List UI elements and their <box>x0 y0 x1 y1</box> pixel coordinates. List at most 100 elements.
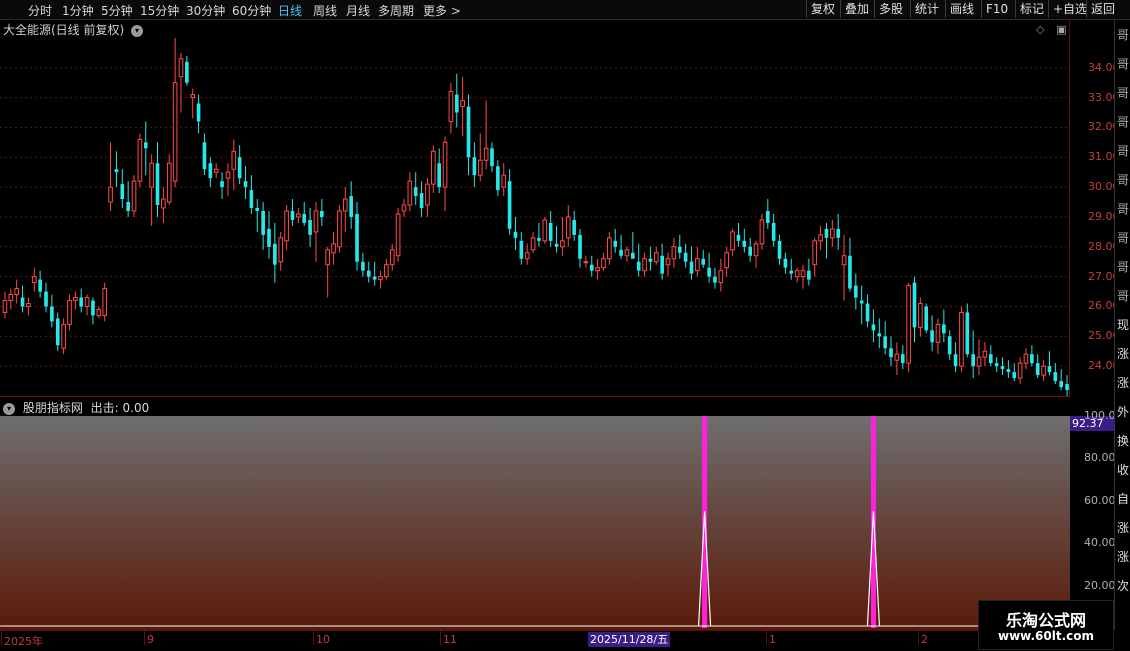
candle-body[interactable] <box>660 255 664 274</box>
candle-body[interactable] <box>677 246 682 253</box>
candle-body[interactable] <box>982 350 988 358</box>
candle-body[interactable] <box>683 252 688 262</box>
candle-body[interactable] <box>384 264 389 278</box>
period-tab-3[interactable]: 15分钟 <box>140 2 179 19</box>
candle-body[interactable] <box>565 216 571 239</box>
candle-body[interactable] <box>578 234 582 259</box>
candle-body[interactable] <box>665 258 671 266</box>
candle-body[interactable] <box>249 190 254 208</box>
candle-body[interactable] <box>425 183 430 206</box>
candle-body[interactable] <box>261 210 265 235</box>
candle-body[interactable] <box>871 324 876 331</box>
candle-body[interactable] <box>501 174 507 188</box>
candle-body[interactable] <box>636 261 641 271</box>
period-tab-4[interactable]: 30分钟 <box>186 2 225 19</box>
candle-body[interactable] <box>988 354 993 364</box>
candle-body[interactable] <box>31 276 37 284</box>
candle-body[interactable] <box>830 228 835 239</box>
candle-body[interactable] <box>114 169 119 173</box>
candle-body[interactable] <box>900 354 905 364</box>
candle-body[interactable] <box>894 353 900 361</box>
candle-body[interactable] <box>930 330 934 343</box>
candle-body[interactable] <box>959 311 964 367</box>
period-tab-1[interactable]: 1分钟 <box>62 2 94 19</box>
candle-body[interactable] <box>131 180 137 212</box>
candle-body[interactable] <box>619 249 623 256</box>
candle-body[interactable] <box>38 279 42 292</box>
candle-body[interactable] <box>883 336 887 349</box>
candle-body[interactable] <box>759 219 765 245</box>
period-tab-6[interactable]: 日线 <box>278 2 302 19</box>
candle-body[interactable] <box>713 276 717 283</box>
toolbar-button-0[interactable]: 复权 <box>806 0 839 18</box>
candle-body[interactable] <box>935 323 941 343</box>
candle-body[interactable] <box>912 282 917 328</box>
period-tab-9[interactable]: 多周期 <box>378 2 414 19</box>
candle-body[interactable] <box>190 94 196 99</box>
candle-body[interactable] <box>349 196 353 217</box>
period-tab-8[interactable]: 月线 <box>346 2 370 19</box>
candle-body[interactable] <box>442 141 448 188</box>
candle-body[interactable] <box>1047 366 1052 373</box>
candle-body[interactable] <box>707 267 711 277</box>
candle-body[interactable] <box>542 219 548 242</box>
candle-body[interactable] <box>1017 362 1023 379</box>
period-tab-2[interactable]: 5分钟 <box>101 2 133 19</box>
candle-body[interactable] <box>1053 372 1058 382</box>
candle-body[interactable] <box>91 300 95 316</box>
candle-body[interactable] <box>1012 372 1017 379</box>
candle-body[interactable] <box>718 270 724 284</box>
candle-body[interactable] <box>748 246 753 256</box>
candle-body[interactable] <box>607 237 612 260</box>
candle-body[interactable] <box>483 147 489 161</box>
period-tab-0[interactable]: 分时 <box>28 2 52 19</box>
candle-body[interactable] <box>155 163 160 206</box>
candle-body[interactable] <box>613 240 618 247</box>
candle-body[interactable] <box>554 243 559 247</box>
candle-body[interactable] <box>736 234 741 241</box>
candle-body[interactable] <box>290 210 295 220</box>
candle-body[interactable] <box>67 300 72 325</box>
candle-body[interactable] <box>812 240 818 266</box>
candle-body[interactable] <box>466 106 471 158</box>
candle-body[interactable] <box>454 94 459 113</box>
candle-body[interactable] <box>237 157 242 179</box>
candle-body[interactable] <box>730 231 735 251</box>
candle-body[interactable] <box>530 237 536 251</box>
candle-body[interactable] <box>79 297 84 307</box>
candle-body[interactable] <box>14 288 19 296</box>
candle-body[interactable] <box>460 100 465 108</box>
candle-body[interactable] <box>507 181 512 229</box>
candle-body[interactable] <box>624 249 630 257</box>
candle-body[interactable] <box>96 308 102 316</box>
candle-body[interactable] <box>836 228 841 238</box>
candle-body[interactable] <box>841 255 847 266</box>
candle-body[interactable] <box>648 258 653 262</box>
toolbar-button-2[interactable]: 多股 <box>874 0 907 18</box>
candle-body[interactable] <box>126 202 130 211</box>
candle-body[interactable] <box>302 213 307 223</box>
toolbar-button-3[interactable]: 统计 <box>910 0 943 18</box>
candle-body[interactable] <box>595 267 600 272</box>
toolbar-button-7[interactable]: +自选 <box>1048 0 1091 18</box>
candle-body[interactable] <box>73 297 78 302</box>
candle-body[interactable] <box>61 323 66 349</box>
candlestick-chart[interactable] <box>0 20 1070 396</box>
candle-body[interactable] <box>572 219 576 235</box>
candle-body[interactable] <box>877 333 882 337</box>
candle-body[interactable] <box>924 306 929 331</box>
candle-body[interactable] <box>202 142 207 170</box>
candle-body[interactable] <box>783 258 788 268</box>
candle-body[interactable] <box>560 240 565 248</box>
candle-body[interactable] <box>953 354 958 367</box>
candle-body[interactable] <box>102 288 108 316</box>
candle-body[interactable] <box>689 261 694 274</box>
candle-body[interactable] <box>853 285 858 298</box>
candle-body[interactable] <box>325 249 331 266</box>
candle-body[interactable] <box>331 243 336 254</box>
candle-body[interactable] <box>231 150 237 170</box>
candle-body[interactable] <box>695 258 700 272</box>
candle-body[interactable] <box>149 162 154 188</box>
candle-body[interactable] <box>859 300 864 304</box>
period-tab-7[interactable]: 周线 <box>313 2 337 19</box>
